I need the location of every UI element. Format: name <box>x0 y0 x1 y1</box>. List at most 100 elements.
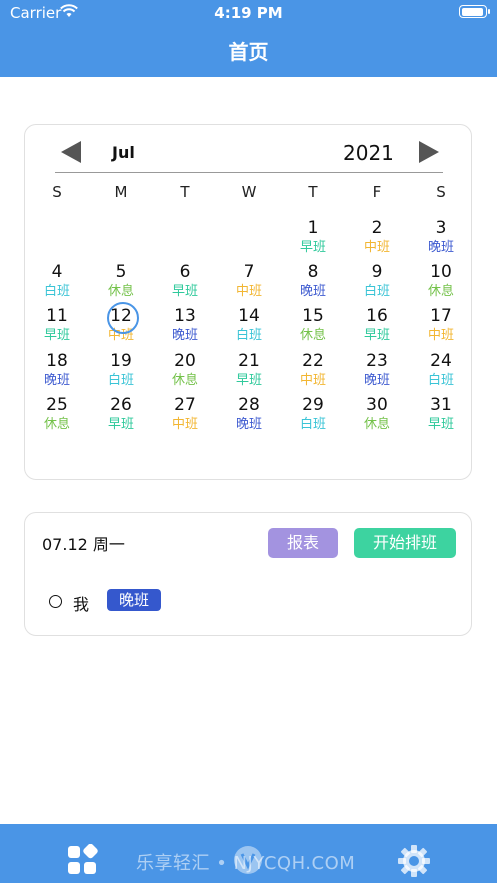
calendar-day[interactable]: 3 晚班 <box>418 217 464 261</box>
day-shift-label: 休息 <box>299 328 326 343</box>
status-time: 4:19 PM <box>214 4 283 22</box>
day-number: 1 <box>307 218 319 238</box>
day-number: 26 <box>110 395 132 415</box>
calendar-day[interactable]: 9 白班 <box>354 261 400 305</box>
calendar-day[interactable]: 17 中班 <box>418 305 464 349</box>
day-shift-label: 晚班 <box>43 373 70 388</box>
prev-month-arrow-icon[interactable] <box>61 141 81 163</box>
calendar-day[interactable]: 28 晚班 <box>226 394 272 438</box>
day-number: 18 <box>46 351 68 371</box>
top-bar: Carrier 4:19 PM 首页 <box>0 0 497 77</box>
day-shift-label: 早班 <box>43 328 70 343</box>
day-number: 19 <box>110 351 132 371</box>
day-number: 9 <box>371 262 383 282</box>
calendar-day[interactable]: 21 早班 <box>226 350 272 394</box>
calendar-day[interactable]: 29 白班 <box>290 394 336 438</box>
calendar-day[interactable]: 7 中班 <box>226 261 272 305</box>
day-shift-label: 休息 <box>427 284 454 299</box>
calendar-day[interactable]: 15 休息 <box>290 305 336 349</box>
day-shift-label: 休息 <box>43 417 70 432</box>
day-number: 10 <box>430 262 452 282</box>
report-button[interactable]: 报表 <box>268 528 338 558</box>
calendar-day[interactable]: 18 晚班 <box>34 350 80 394</box>
calendar-day[interactable]: 8 晚班 <box>290 261 336 305</box>
day-number: 29 <box>302 395 324 415</box>
year-label: 2021 <box>343 141 394 165</box>
calendar-day[interactable]: 23 晚班 <box>354 350 400 394</box>
apps-icon[interactable] <box>66 844 98 876</box>
day-number: 28 <box>238 395 260 415</box>
calendar-day[interactable]: 24 白班 <box>418 350 464 394</box>
weekday-label: W <box>241 183 257 201</box>
calendar-day[interactable]: 13 晚班 <box>162 305 208 349</box>
day-number: 23 <box>366 351 388 371</box>
day-shift-label: 中班 <box>171 417 198 432</box>
day-number: 4 <box>51 262 63 282</box>
day-shift-label: 白班 <box>427 373 454 388</box>
day-shift-label: 早班 <box>107 417 134 432</box>
calendar-day[interactable]: 30 休息 <box>354 394 400 438</box>
month-label: Jul <box>112 143 135 162</box>
weekday-label: S <box>52 183 62 201</box>
day-number: 12 <box>98 302 144 334</box>
day-shift-label: 白班 <box>107 373 134 388</box>
day-shift-label: 白班 <box>299 417 326 432</box>
weekday-label: T <box>180 183 190 201</box>
day-number: 30 <box>366 395 388 415</box>
calendar-day[interactable]: 5 休息 <box>98 261 144 305</box>
battery-icon <box>459 5 490 18</box>
day-number: 25 <box>46 395 68 415</box>
calendar-day[interactable]: 19 白班 <box>98 350 144 394</box>
day-number: 3 <box>435 218 447 238</box>
weekday-label: T <box>308 183 318 201</box>
day-number: 21 <box>238 351 260 371</box>
day-shift-label: 白班 <box>43 284 70 299</box>
day-shift-label: 白班 <box>235 328 262 343</box>
day-number: 22 <box>302 351 324 371</box>
day-shift-label: 休息 <box>363 417 390 432</box>
start-scheduling-button[interactable]: 开始排班 <box>354 528 456 558</box>
day-shift-label: 早班 <box>235 373 262 388</box>
weekday-header: SMTWTFS <box>25 183 473 203</box>
calendar-day[interactable]: 16 早班 <box>354 305 400 349</box>
calendar-day[interactable]: 26 早班 <box>98 394 144 438</box>
day-number: 27 <box>174 395 196 415</box>
weekday-label: F <box>372 183 382 201</box>
calendar-day[interactable]: 31 早班 <box>418 394 464 438</box>
day-number: 7 <box>243 262 255 282</box>
calendar-day[interactable]: 2 中班 <box>354 217 400 261</box>
day-number: 8 <box>307 262 319 282</box>
gear-icon[interactable] <box>397 844 431 878</box>
calendar-day[interactable]: 11 早班 <box>34 305 80 349</box>
day-shift-label: 早班 <box>363 328 390 343</box>
day-number: 14 <box>238 306 260 326</box>
day-shift-label: 中班 <box>235 284 262 299</box>
calendar-day[interactable]: 27 中班 <box>162 394 208 438</box>
radio-button[interactable] <box>49 595 62 608</box>
calendar-day[interactable]: 25 休息 <box>34 394 80 438</box>
day-number: 24 <box>430 351 452 371</box>
weekday-label: M <box>114 183 128 201</box>
calendar-day[interactable]: 22 中班 <box>290 350 336 394</box>
weekday-label: S <box>436 183 446 201</box>
day-shift-label: 休息 <box>171 373 198 388</box>
calendar-card: Jul 2021 SMTWTFS 1 早班 2 中班 3 晚班 4 白班 5 休息 6 早班 7 中班 8 晚… <box>24 124 472 480</box>
calendar-day[interactable]: 14 白班 <box>226 305 272 349</box>
day-shift-label: 白班 <box>363 284 390 299</box>
calendar-day[interactable]: 6 早班 <box>162 261 208 305</box>
calendar-day[interactable]: 4 白班 <box>34 261 80 305</box>
tab-bar: 乐享轻汇 • NJYCQH.COM <box>0 824 497 883</box>
calendar-day[interactable]: 20 休息 <box>162 350 208 394</box>
watermark-text: 乐享轻汇 • NJYCQH.COM <box>136 853 356 874</box>
day-number: 16 <box>366 306 388 326</box>
day-shift-label: 晚班 <box>363 373 390 388</box>
calendar-day[interactable]: 1 早班 <box>290 217 336 261</box>
day-shift-label: 晚班 <box>427 240 454 255</box>
calendar-day[interactable]: 10 休息 <box>418 261 464 305</box>
calendar-day[interactable]: 12 中班 <box>98 302 144 349</box>
day-number: 15 <box>302 306 324 326</box>
day-shift-label: 中班 <box>299 373 326 388</box>
day-shift-label: 休息 <box>107 284 134 299</box>
next-month-arrow-icon[interactable] <box>419 141 439 163</box>
schedule-detail-card: 07.12 周一 报表 开始排班 我 晚班 <box>24 512 472 636</box>
